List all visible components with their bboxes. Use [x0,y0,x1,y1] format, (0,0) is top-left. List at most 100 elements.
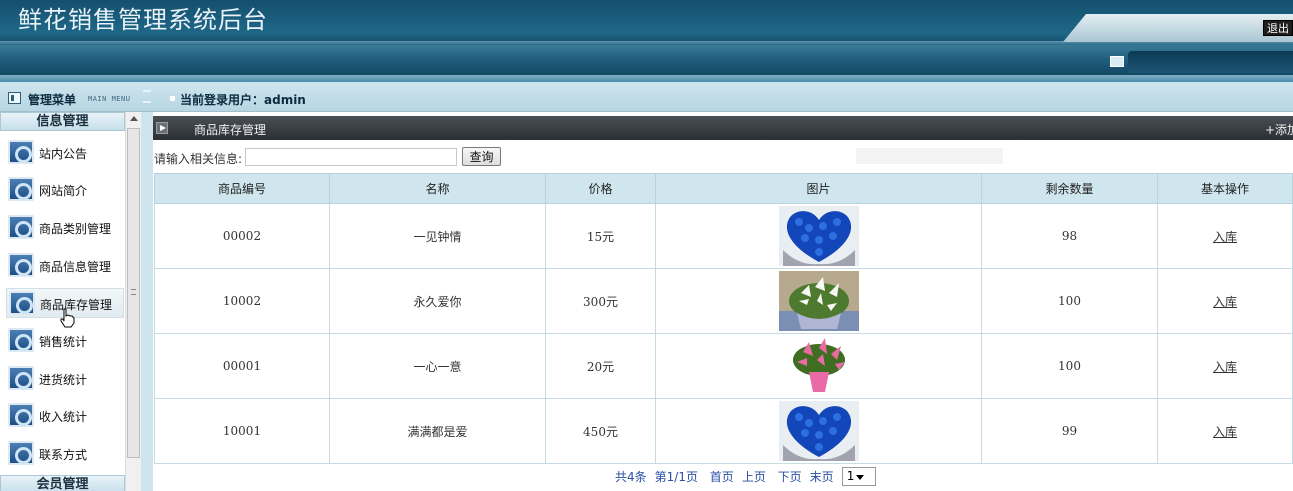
header-band [0,45,1293,75]
menu-separator-icon [143,90,151,103]
menu-subtitle: MAIN MENU [88,95,131,103]
settings-icon [8,177,34,201]
stock-in-link[interactable]: 入库 [1213,295,1237,309]
sidebar-item-category[interactable]: 商品类别管理 [6,213,124,243]
monitor-icon [1110,56,1124,67]
logout-button[interactable]: 退出 [1263,20,1293,36]
col-header-name: 名称 [329,173,546,204]
cell-code: 10001 [154,398,330,464]
header-decor [1063,14,1293,42]
cell-price: 15元 [545,203,656,269]
sidebar-item-announcements[interactable]: 站内公告 [6,138,124,168]
sidebar-item-sales-stats[interactable]: 销售统计 [6,326,124,356]
pagination: 共4条 第1/1页 首页 上页 下页 末页 1 [615,466,884,486]
panel-title: 商品库存管理 [194,123,267,137]
col-header-code: 商品编号 [154,173,330,204]
cell-image [655,203,982,269]
main-panel: 商品库存管理 +添加 请输入相关信息: 查询 商品编号 名称 价格 图片 剩余数… [153,112,1293,491]
sidebar-section-members[interactable]: 会员管理 [0,475,125,491]
page-select-value: 1 [846,468,855,483]
cell-code: 10002 [154,268,330,334]
grip-icon [131,289,136,295]
sidebar: 信息管理 站内公告 网站简介 商品类别管理 商品信息管理 商品库存管理 销售统计… [0,112,147,491]
sidebar-item-site-intro[interactable]: 网站简介 [6,175,124,205]
pager-page: 第1/1页 [654,470,698,484]
cell-stock: 98 [981,203,1158,269]
sidebar-section-info[interactable]: 信息管理 [0,112,125,131]
product-image-blue-rose [778,206,859,266]
col-header-price: 价格 [545,173,656,204]
play-icon [156,122,168,134]
table-row: 00001 一心一意 20元 100 入库 [154,333,1293,399]
app-header: 鲜花销售管理系统后台 退出 [0,0,1293,82]
table-row: 10001 满满都是爱 450元 99 入库 [154,398,1293,464]
sidebar-item-contact[interactable]: 联系方式 [6,439,124,469]
sidebar-item-label: 商品信息管理 [39,260,112,274]
scroll-up-icon[interactable] [130,116,138,121]
search-input[interactable] [245,148,457,166]
settings-icon [8,215,34,239]
placeholder-bar [856,148,1003,164]
col-header-stock: 剩余数量 [981,173,1158,204]
inventory-table: 商品编号 名称 价格 图片 剩余数量 基本操作 00002 一见钟情 15元 9… [154,173,1293,464]
cell-name: 永久爱你 [329,268,546,334]
sidebar-item-label: 收入统计 [39,410,88,424]
sidebar-item-label: 网站简介 [39,184,88,198]
sidebar-item-income-stats[interactable]: 收入统计 [6,401,124,431]
sidebar-item-label: 站内公告 [39,147,88,161]
product-image-pink-lily [778,336,859,396]
header-bottom-line [0,75,1293,82]
cell-image [655,268,982,334]
pager-next-link[interactable]: 下页 [778,470,802,484]
sidebar-item-product-info[interactable]: 商品信息管理 [6,251,124,281]
bullet-icon [170,96,175,101]
product-image-blue-rose [778,401,859,461]
stock-in-link[interactable]: 入库 [1213,425,1237,439]
sidebar-item-purchase-stats[interactable]: 进货统计 [6,364,124,394]
header-right-box [1128,51,1293,73]
sidebar-item-label: 联系方式 [39,448,88,462]
sidebar-item-label: 进货统计 [39,373,88,387]
menu-icon [8,92,21,104]
settings-icon [8,253,34,277]
table-header-row: 商品编号 名称 价格 图片 剩余数量 基本操作 [154,173,1293,204]
cell-image [655,333,982,399]
scrollbar-thumb[interactable] [127,128,140,458]
stock-in-link[interactable]: 入库 [1213,230,1237,244]
cell-price: 300元 [545,268,656,334]
col-header-actions: 基本操作 [1157,173,1293,204]
cell-stock: 99 [981,398,1158,464]
sidebar-item-label: 销售统计 [39,335,88,349]
settings-icon [8,403,34,427]
stock-in-link[interactable]: 入库 [1213,360,1237,374]
settings-icon [8,441,34,465]
pager-last-link[interactable]: 末页 [810,470,834,484]
settings-icon [8,328,34,352]
menu-title: 管理菜单 [28,93,77,107]
table-row: 00002 一见钟情 15元 98 入库 [154,203,1293,269]
cell-price: 20元 [545,333,656,399]
cell-name: 一见钟情 [329,203,546,269]
pager-prev-link[interactable]: 上页 [742,470,766,484]
sub-toolbar: 管理菜单 MAIN MENU 当前登录用户：admin [0,82,1293,112]
hand-cursor-icon [60,308,75,328]
cell-image [655,398,982,464]
search-button[interactable]: 查询 [462,147,501,166]
cell-stock: 100 [981,268,1158,334]
sidebar-splitter[interactable] [141,112,153,491]
sidebar-item-label: 商品库存管理 [40,298,113,312]
cell-name: 一心一意 [329,333,546,399]
page-select[interactable]: 1 [841,466,876,486]
cell-stock: 100 [981,333,1158,399]
settings-icon [8,366,34,390]
app-title: 鲜花销售管理系统后台 [18,6,268,34]
sidebar-scrollbar[interactable] [125,112,141,491]
add-button[interactable]: +添加 [1265,121,1293,138]
cell-code: 00002 [154,203,330,269]
pager-total: 共4条 [615,470,647,484]
col-header-image: 图片 [655,173,982,204]
search-label: 请输入相关信息: [154,152,243,166]
settings-icon [8,140,34,164]
pager-first-link[interactable]: 首页 [710,470,734,484]
cell-code: 00001 [154,333,330,399]
